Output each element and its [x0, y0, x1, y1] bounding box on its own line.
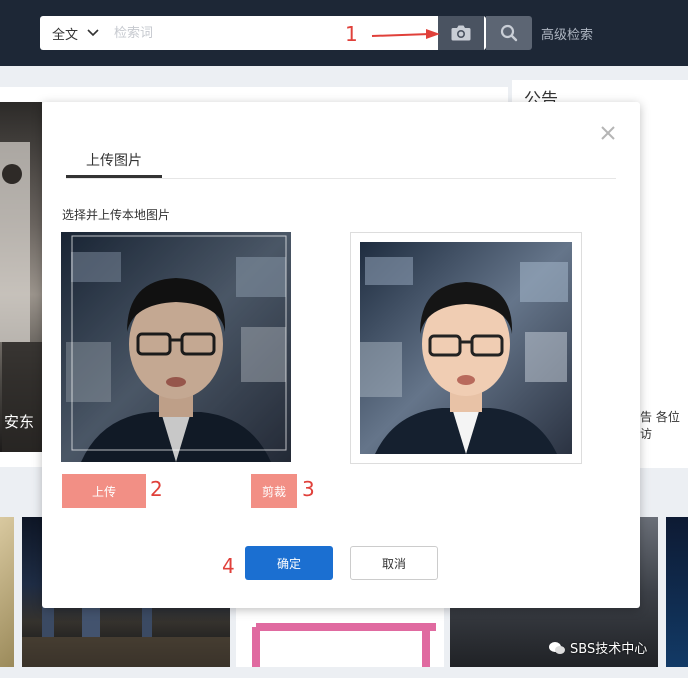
annotation-number-3: 3	[302, 477, 315, 501]
confirm-button-label: 确定	[276, 556, 301, 571]
chevron-down-icon	[87, 29, 99, 37]
search-input[interactable]	[114, 16, 364, 50]
image-upload-dialog: 上传图片 选择并上传本地图片 上传 2 剪裁 3 4 确定 取消	[42, 102, 640, 608]
upload-button[interactable]: 上传	[62, 474, 146, 508]
background-thumbnail[interactable]	[666, 517, 688, 667]
background-photo-caption: 安东	[4, 413, 35, 431]
section-label: 选择并上传本地图片	[62, 208, 171, 222]
background-thumbnail[interactable]	[0, 517, 14, 667]
tab-divider	[66, 178, 616, 179]
background-photo	[0, 102, 42, 452]
upload-button-label: 上传	[91, 484, 116, 499]
close-icon[interactable]	[599, 124, 617, 142]
search-icon	[500, 24, 518, 42]
wechat-icon	[549, 641, 565, 654]
advanced-search-link[interactable]: 高级检索	[541, 24, 593, 43]
crop-button-label: 剪裁	[261, 484, 286, 499]
watermark: SBS技术中心	[548, 638, 647, 657]
watermark-text: SBS技术中心	[570, 642, 648, 657]
crop-button[interactable]: 剪裁	[251, 474, 297, 508]
search-scope-select[interactable]: 全文	[40, 16, 100, 50]
tab-upload-image-label: 上传图片	[86, 153, 142, 169]
confirm-button[interactable]: 确定	[245, 546, 333, 580]
annotation-number-4: 4	[222, 554, 235, 578]
result-preview	[360, 242, 572, 454]
crop-preview[interactable]	[61, 232, 291, 462]
annotation-arrow-icon	[371, 29, 440, 39]
cancel-button[interactable]: 取消	[350, 546, 438, 580]
cancel-button-label: 取消	[381, 556, 406, 571]
image-search-button[interactable]	[438, 16, 484, 50]
camera-icon	[451, 25, 471, 41]
search-scope-label: 全文	[52, 27, 79, 43]
tab-upload-image[interactable]: 上传图片	[66, 150, 162, 178]
search-button[interactable]	[486, 16, 532, 50]
notice-snippet: 告 各位访	[640, 410, 680, 441]
annotation-number-1: 1	[345, 22, 358, 46]
annotation-number-2: 2	[150, 477, 163, 501]
